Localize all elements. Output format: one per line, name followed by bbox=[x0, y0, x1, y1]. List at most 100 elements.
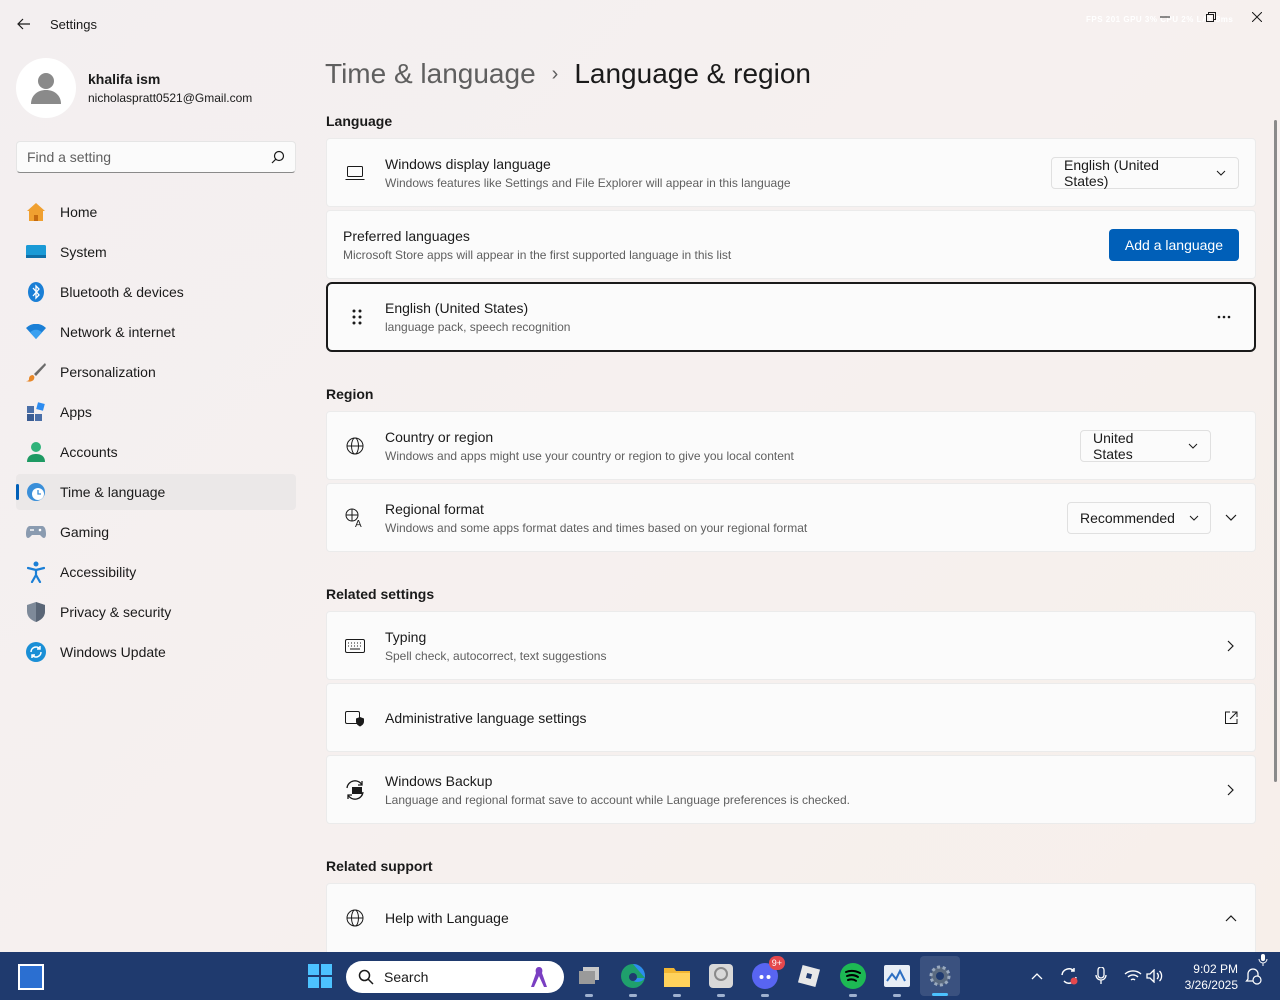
sync-tray-icon[interactable] bbox=[1059, 966, 1079, 986]
windows-backup-subtitle: Language and regional format save to acc… bbox=[385, 792, 850, 807]
back-button[interactable] bbox=[12, 12, 36, 36]
backup-icon bbox=[344, 779, 366, 801]
spotify-icon bbox=[840, 963, 866, 989]
taskbar-clock[interactable]: 9:02 PM 3/26/2025 bbox=[1182, 961, 1238, 993]
taskbar-app-roblox[interactable] bbox=[793, 960, 825, 992]
breadcrumb-parent[interactable]: Time & language bbox=[325, 58, 536, 90]
gear-icon bbox=[929, 965, 951, 987]
section-title-region: Region bbox=[326, 386, 374, 402]
regional-format-dropdown[interactable]: Recommended bbox=[1067, 501, 1211, 534]
drag-handle-icon[interactable] bbox=[346, 306, 368, 328]
dropdown-value: Recommended bbox=[1080, 509, 1175, 526]
sidebar-item-label: Apps bbox=[60, 404, 92, 420]
widgets-icon[interactable] bbox=[18, 964, 44, 990]
display-language-dropdown[interactable]: English (United States) bbox=[1051, 156, 1239, 189]
taskbar-app-discord[interactable]: 9+ bbox=[749, 956, 785, 997]
sidebar-item-accessibility[interactable]: Accessibility bbox=[16, 554, 296, 590]
chevron-down-icon bbox=[1216, 170, 1226, 176]
taskbar-app-monitor[interactable] bbox=[881, 960, 913, 997]
sidebar-item-network[interactable]: Network & internet bbox=[16, 314, 296, 350]
close-button[interactable] bbox=[1247, 8, 1267, 26]
microphone-tray-icon[interactable] bbox=[1091, 966, 1111, 986]
windows-backup-card[interactable]: Windows Backup Language and regional for… bbox=[326, 755, 1256, 824]
chevron-right-icon bbox=[1223, 782, 1239, 798]
show-hidden-icons-button[interactable] bbox=[1027, 966, 1047, 986]
expand-chevron-icon[interactable] bbox=[1223, 510, 1239, 526]
vertical-scrollbar[interactable] bbox=[1274, 120, 1277, 782]
bluetooth-icon bbox=[26, 282, 46, 302]
help-language-card[interactable]: Help with Language bbox=[326, 883, 1256, 952]
sidebar-item-personalization[interactable]: Personalization bbox=[16, 354, 296, 390]
profile-name: khalifa ism bbox=[88, 71, 161, 87]
section-title-related-support: Related support bbox=[326, 858, 433, 874]
section-title-language: Language bbox=[326, 113, 393, 129]
wifi-icon bbox=[26, 322, 46, 342]
admin-language-card[interactable]: Administrative language settings bbox=[326, 683, 1256, 752]
preferred-languages-card: Preferred languages Microsoft Store apps… bbox=[326, 210, 1256, 279]
dropdown-value: United States bbox=[1093, 429, 1134, 462]
clock-globe-icon bbox=[26, 482, 46, 502]
keyboard-icon bbox=[344, 635, 366, 657]
windows-logo-icon bbox=[308, 964, 332, 988]
country-region-card: Country or region Windows and apps might… bbox=[326, 411, 1256, 480]
microphone-icon bbox=[1095, 967, 1107, 984]
restore-icon bbox=[1206, 12, 1216, 22]
home-icon bbox=[26, 202, 46, 222]
sync-icon bbox=[1061, 968, 1078, 985]
avatar[interactable] bbox=[16, 58, 76, 118]
preferred-languages-title: Preferred languages bbox=[343, 227, 470, 244]
volume-tray-icon[interactable] bbox=[1145, 966, 1165, 986]
typing-card[interactable]: Typing Spell check, autocorrect, text su… bbox=[326, 611, 1256, 680]
wifi-icon bbox=[1124, 970, 1142, 981]
taskbar-app-generic[interactable] bbox=[705, 960, 737, 997]
taskbar-search[interactable]: Search bbox=[346, 961, 564, 993]
taskbar-app-settings[interactable] bbox=[920, 956, 960, 996]
user-profile[interactable]: khalifa ism nicholaspratt0521@Gmail.com bbox=[16, 58, 252, 118]
preferred-languages-subtitle: Microsoft Store apps will appear in the … bbox=[343, 247, 732, 262]
sidebar-item-apps[interactable]: Apps bbox=[16, 394, 296, 430]
display-language-title: Windows display language bbox=[385, 155, 551, 172]
installed-language-item[interactable]: English (United States) language pack, s… bbox=[326, 282, 1256, 352]
sidebar-item-bluetooth[interactable]: Bluetooth & devices bbox=[16, 274, 296, 310]
admin-language-title: Administrative language settings bbox=[385, 709, 587, 726]
sidebar-item-accounts[interactable]: Accounts bbox=[16, 434, 296, 470]
chevron-down-icon bbox=[1189, 515, 1199, 521]
sidebar-item-windows-update[interactable]: Windows Update bbox=[16, 634, 296, 670]
chevron-up-icon[interactable] bbox=[1223, 910, 1239, 926]
minimize-icon bbox=[1160, 16, 1170, 18]
settings-search[interactable] bbox=[16, 141, 296, 173]
taskbar-app-file-explorer[interactable] bbox=[661, 960, 693, 997]
minimize-button[interactable] bbox=[1155, 8, 1175, 26]
awareness-ribbon-icon bbox=[531, 967, 547, 987]
sidebar-item-privacy[interactable]: Privacy & security bbox=[16, 594, 296, 630]
taskbar-app-spotify[interactable] bbox=[837, 960, 869, 997]
more-options-icon[interactable] bbox=[1214, 309, 1234, 325]
sidebar-item-label: Home bbox=[60, 204, 98, 220]
sidebar-item-label: Privacy & security bbox=[60, 604, 172, 620]
regional-format-subtitle: Windows and some apps format dates and t… bbox=[385, 520, 808, 535]
system-icon bbox=[26, 242, 46, 262]
sidebar-item-system[interactable]: System bbox=[16, 234, 296, 270]
sidebar-item-home[interactable]: Home bbox=[16, 194, 296, 230]
taskbar-app-taskview[interactable] bbox=[573, 960, 605, 997]
title-bar: Settings FPS 201 GPU 3% CPU 2% LAT 8ms bbox=[0, 0, 1280, 48]
sidebar-item-label: Bluetooth & devices bbox=[60, 284, 184, 300]
brush-icon bbox=[26, 362, 46, 382]
restore-button[interactable] bbox=[1201, 8, 1221, 26]
start-button[interactable] bbox=[308, 964, 332, 988]
breadcrumb: Time & language › Language & region bbox=[325, 58, 811, 90]
regional-format-card[interactable]: A Regional format Windows and some apps … bbox=[326, 483, 1256, 552]
search-icon[interactable] bbox=[271, 150, 285, 164]
gamepad-icon bbox=[26, 522, 46, 542]
app-title: Settings bbox=[50, 17, 97, 32]
wifi-tray-icon[interactable] bbox=[1123, 966, 1143, 986]
shield-icon bbox=[26, 602, 46, 622]
typing-title: Typing bbox=[385, 628, 427, 645]
country-region-dropdown[interactable]: United States bbox=[1080, 429, 1211, 462]
sidebar-item-gaming[interactable]: Gaming bbox=[16, 514, 296, 550]
search-input[interactable] bbox=[27, 149, 271, 165]
dropdown-value: English (United States) bbox=[1064, 156, 1159, 189]
sidebar-item-time-language[interactable]: Time & language bbox=[16, 474, 296, 510]
taskbar-app-edge[interactable] bbox=[617, 960, 649, 997]
add-language-button[interactable]: Add a language bbox=[1108, 228, 1239, 261]
